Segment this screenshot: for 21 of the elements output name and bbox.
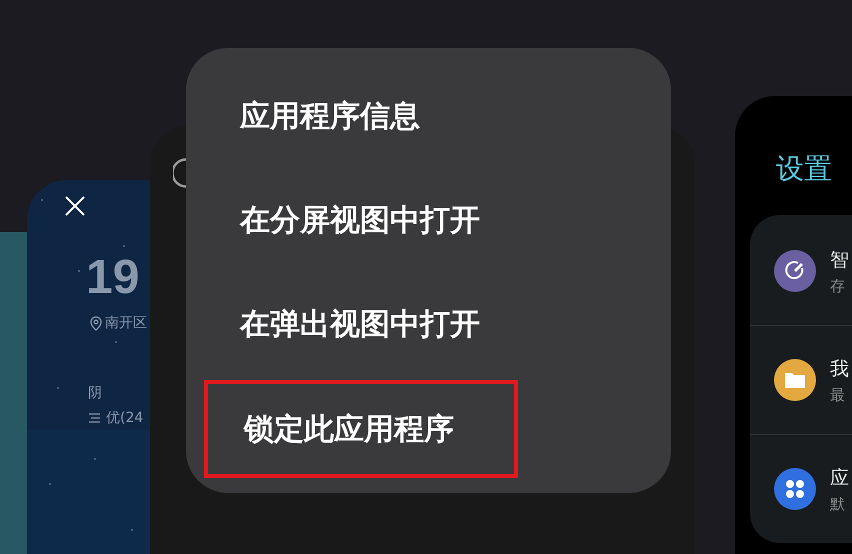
setting-subtitle: 存 (830, 276, 846, 296)
location: 南开区 (105, 314, 147, 332)
setting-subtitle: 默 (830, 494, 846, 514)
app-icon (173, 158, 186, 188)
air-quality: 优(24 (106, 409, 144, 427)
setting-title: 应 (830, 466, 849, 490)
menu-item[interactable]: 锁定此应用程序 (204, 380, 518, 478)
menu-item[interactable]: 在分屏视图中打开 (186, 168, 671, 272)
weather-condition: 阴 (88, 384, 102, 402)
menu-item[interactable]: 在弹出视图中打开 (186, 272, 671, 376)
setting-title: 智 (830, 248, 849, 272)
folder-icon (784, 371, 806, 389)
temperature: 19 (86, 250, 140, 305)
close-icon[interactable] (64, 195, 86, 217)
location-pin-icon (90, 316, 102, 330)
menu-item[interactable]: 应用程序信息 (186, 64, 671, 168)
app-title: 设置 (776, 151, 832, 187)
apps-icon (785, 479, 805, 499)
setting-subtitle: 最 (830, 386, 846, 404)
app-card[interactable]: 设置 智 存 我 最 应 默 (735, 96, 852, 554)
setting-title: 我 (830, 356, 849, 382)
